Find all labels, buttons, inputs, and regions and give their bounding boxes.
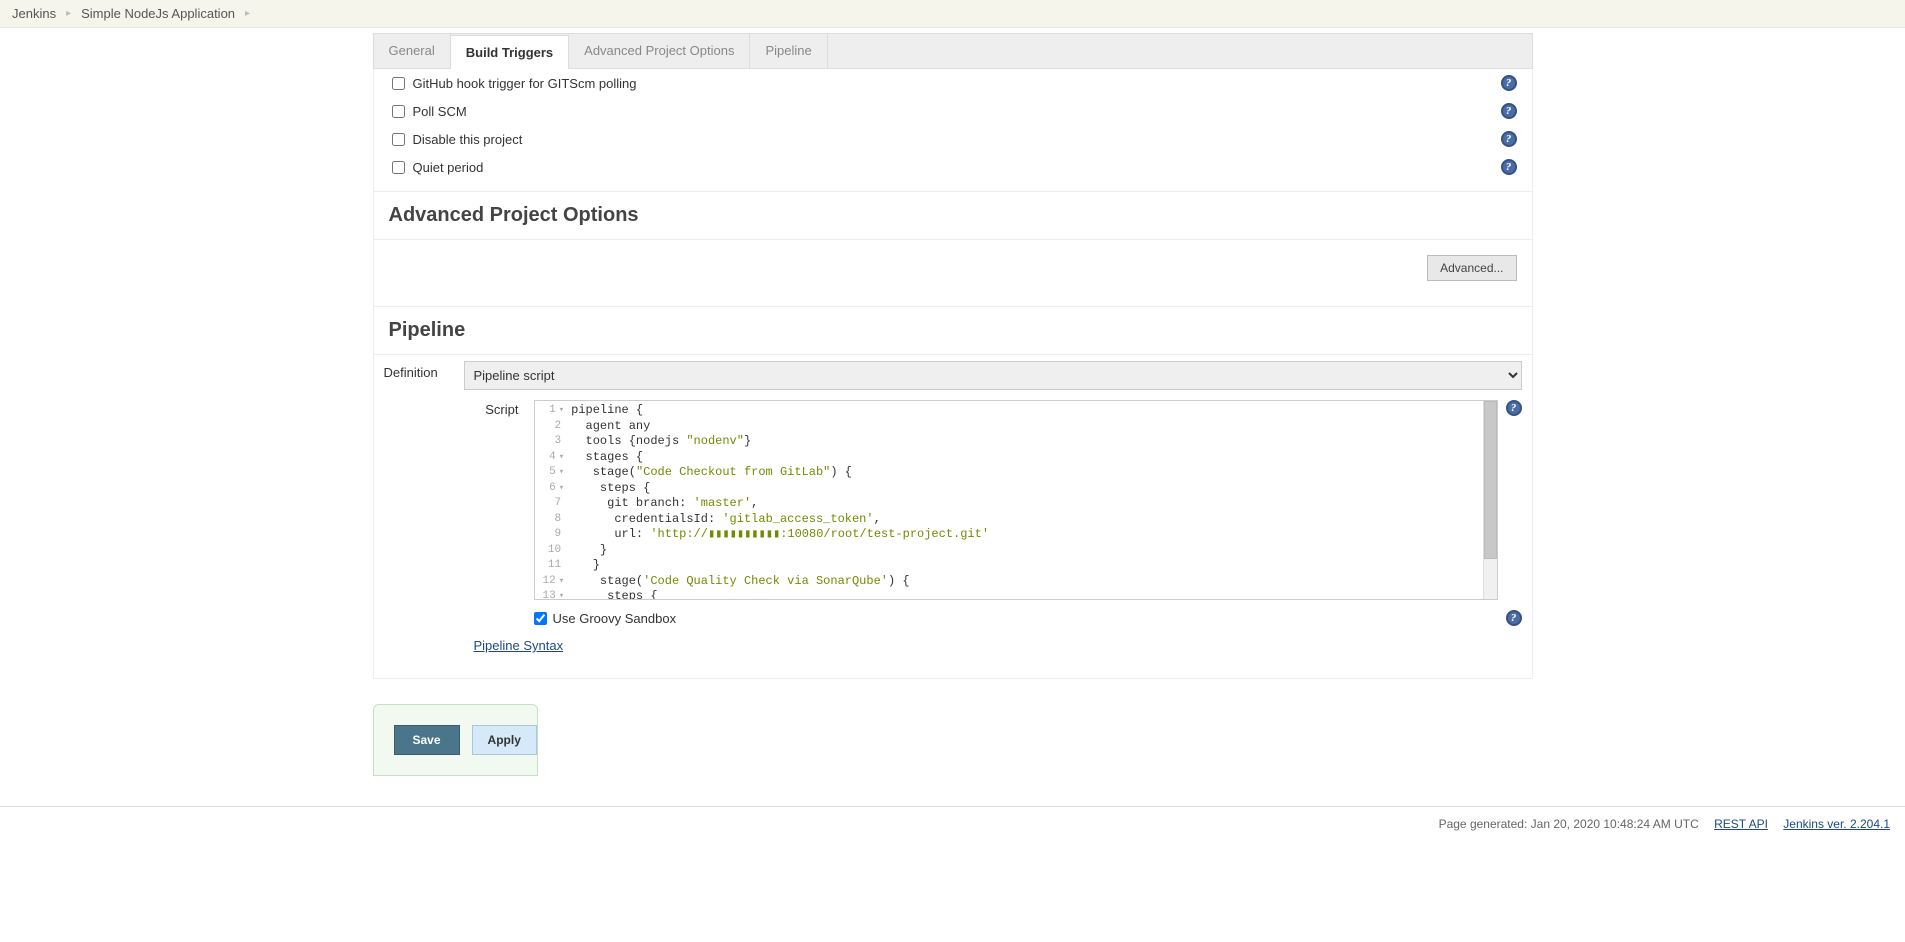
github-hook-label: GitHub hook trigger for GITScm polling (413, 76, 637, 91)
breadcrumb-root[interactable]: Jenkins (12, 6, 56, 21)
help-icon[interactable]: ? (1501, 75, 1517, 91)
generated-timestamp: Page generated: Jan 20, 2020 10:48:24 AM… (1439, 817, 1699, 831)
apply-button[interactable]: Apply (472, 725, 537, 755)
help-icon[interactable]: ? (1501, 131, 1517, 147)
disable-project-checkbox[interactable] (392, 133, 405, 146)
help-icon[interactable]: ? (1501, 159, 1517, 175)
tab-pipeline[interactable]: Pipeline (750, 34, 827, 68)
definition-label: Definition (384, 361, 464, 380)
sandbox-checkbox[interactable] (534, 612, 547, 625)
tab-build-triggers[interactable]: Build Triggers (451, 35, 569, 69)
scroll-thumb[interactable] (1484, 401, 1497, 559)
tab-advanced[interactable]: Advanced Project Options (569, 34, 750, 68)
page-footer: Page generated: Jan 20, 2020 10:48:24 AM… (0, 806, 1905, 841)
breadcrumb-project[interactable]: Simple NodeJs Application (81, 6, 235, 21)
script-editor[interactable]: 1▾234▾5▾6▾789101112▾13▾14▾1516▾17 pipeli… (534, 400, 1498, 600)
pipeline-heading: Pipeline (374, 306, 1532, 355)
advanced-button[interactable]: Advanced... (1427, 255, 1516, 281)
rest-api-link[interactable]: REST API (1714, 817, 1768, 831)
help-icon[interactable]: ? (1506, 610, 1522, 626)
tab-general[interactable]: General (374, 34, 451, 68)
sandbox-label: Use Groovy Sandbox (553, 611, 677, 626)
poll-scm-label: Poll SCM (413, 104, 467, 119)
help-icon[interactable]: ? (1501, 103, 1517, 119)
quiet-period-checkbox[interactable] (392, 161, 405, 174)
breadcrumb: Jenkins ▸ Simple NodeJs Application ▸ (0, 0, 1905, 28)
poll-scm-checkbox[interactable] (392, 105, 405, 118)
config-tabs: General Build Triggers Advanced Project … (373, 33, 1533, 68)
line-gutter: 1▾234▾5▾6▾789101112▾13▾14▾1516▾17 (535, 401, 568, 599)
definition-select[interactable]: Pipeline script (464, 361, 1522, 390)
chevron-right-icon: ▸ (235, 8, 260, 19)
advanced-options-heading: Advanced Project Options (374, 191, 1532, 240)
script-label: Script (474, 400, 534, 417)
quiet-period-label: Quiet period (413, 160, 484, 175)
save-button[interactable]: Save (394, 725, 460, 755)
button-bar: Save Apply (373, 704, 538, 776)
scrollbar[interactable]: ▴ (1483, 401, 1497, 599)
github-hook-checkbox[interactable] (392, 77, 405, 90)
disable-project-label: Disable this project (413, 132, 523, 147)
help-icon[interactable]: ? (1506, 400, 1522, 416)
code-content[interactable]: pipeline { agent any tools {nodejs "node… (567, 401, 1482, 599)
chevron-right-icon: ▸ (56, 8, 81, 19)
pipeline-syntax-link[interactable]: Pipeline Syntax (474, 638, 564, 653)
version-link[interactable]: Jenkins ver. 2.204.1 (1783, 817, 1890, 831)
